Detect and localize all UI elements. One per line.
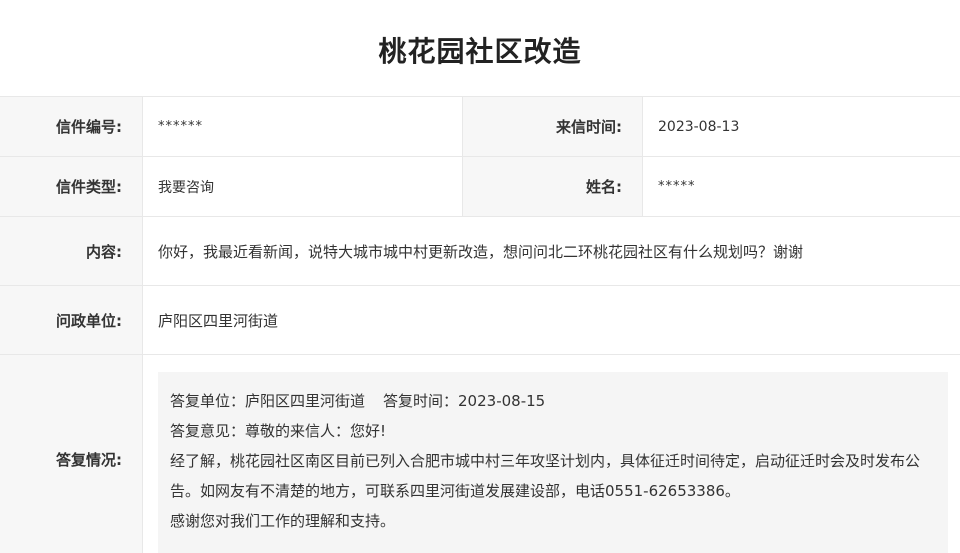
reply-meta-line: 答复单位：庐阳区四里河街道 答复时间：2023-08-15 bbox=[170, 386, 936, 416]
reply-unit: 答复单位：庐阳区四里河街道 bbox=[170, 392, 366, 410]
content-label-cell: 内容: bbox=[0, 217, 143, 285]
reply-value-cell: 答复单位：庐阳区四里河街道 答复时间：2023-08-15 答复意见：尊敬的来信人… bbox=[143, 355, 960, 553]
reply-thanks: 感谢您对我们工作的理解和支持。 bbox=[170, 512, 396, 530]
letter-type-value-cell: 我要咨询 bbox=[143, 157, 463, 216]
letter-type-label-cell: 信件类型: bbox=[0, 157, 143, 216]
received-time-value-cell: 2023-08-13 bbox=[643, 97, 960, 156]
unit-label: 问政单位: bbox=[56, 311, 122, 330]
name-value-cell: ***** bbox=[643, 157, 960, 216]
letter-no-value: ****** bbox=[158, 119, 203, 134]
reply-label-cell: 答复情况: bbox=[0, 355, 143, 553]
row-reply: 答复情况: 答复单位：庐阳区四里河街道 答复时间：2023-08-15 答复意见：… bbox=[0, 355, 960, 553]
unit-value-cell: 庐阳区四里河街道 bbox=[143, 286, 960, 354]
received-time-value: 2023-08-13 bbox=[658, 118, 740, 135]
reply-label: 答复情况: bbox=[56, 451, 122, 469]
page-title: 桃花园社区改造 bbox=[378, 35, 582, 68]
row-type-and-name: 信件类型: 我要咨询 姓名: ***** bbox=[0, 157, 960, 217]
name-label-cell: 姓名: bbox=[463, 157, 643, 216]
reply-opinion: 答复意见：尊敬的来信人：您好! bbox=[170, 422, 387, 440]
letter-type-label: 信件类型: bbox=[56, 178, 122, 196]
row-letter-no-and-time: 信件编号: ****** 来信时间: 2023-08-13 bbox=[0, 97, 960, 157]
received-time-label: 来信时间: bbox=[556, 118, 622, 136]
content-label: 内容: bbox=[86, 242, 122, 261]
reply-body: 经了解，桃花园社区南区目前已列入合肥市城中村三年攻坚计划内，具体征迁时间待定，启… bbox=[170, 452, 921, 500]
letter-no-label: 信件编号: bbox=[56, 118, 122, 136]
letter-detail-table: 信件编号: ****** 来信时间: 2023-08-13 信件类型: 我要咨询… bbox=[0, 96, 960, 553]
row-unit: 问政单位: 庐阳区四里河街道 bbox=[0, 286, 960, 355]
content-value: 你好，我最近看新闻，说特大城市城中村更新改造，想问问北二环桃花园社区有什么规划吗… bbox=[158, 242, 804, 261]
letter-detail-page: 桃花园社区改造 信件编号: ****** 来信时间: 2023-08-13 信件… bbox=[0, 0, 960, 553]
reply-box: 答复单位：庐阳区四里河街道 答复时间：2023-08-15 答复意见：尊敬的来信人… bbox=[158, 372, 948, 553]
row-content: 内容: 你好，我最近看新闻，说特大城市城中村更新改造，想问问北二环桃花园社区有什… bbox=[0, 217, 960, 286]
reply-time: 答复时间：2023-08-15 bbox=[383, 392, 546, 410]
letter-type-value: 我要咨询 bbox=[158, 179, 214, 196]
unit-label-cell: 问政单位: bbox=[0, 286, 143, 354]
content-value-cell: 你好，我最近看新闻，说特大城市城中村更新改造，想问问北二环桃花园社区有什么规划吗… bbox=[143, 217, 960, 285]
name-label: 姓名: bbox=[586, 178, 622, 196]
received-time-label-cell: 来信时间: bbox=[463, 97, 643, 156]
unit-value: 庐阳区四里河街道 bbox=[158, 311, 279, 330]
letter-no-label-cell: 信件编号: bbox=[0, 97, 143, 156]
name-value: ***** bbox=[658, 179, 696, 194]
letter-no-value-cell: ****** bbox=[143, 97, 463, 156]
